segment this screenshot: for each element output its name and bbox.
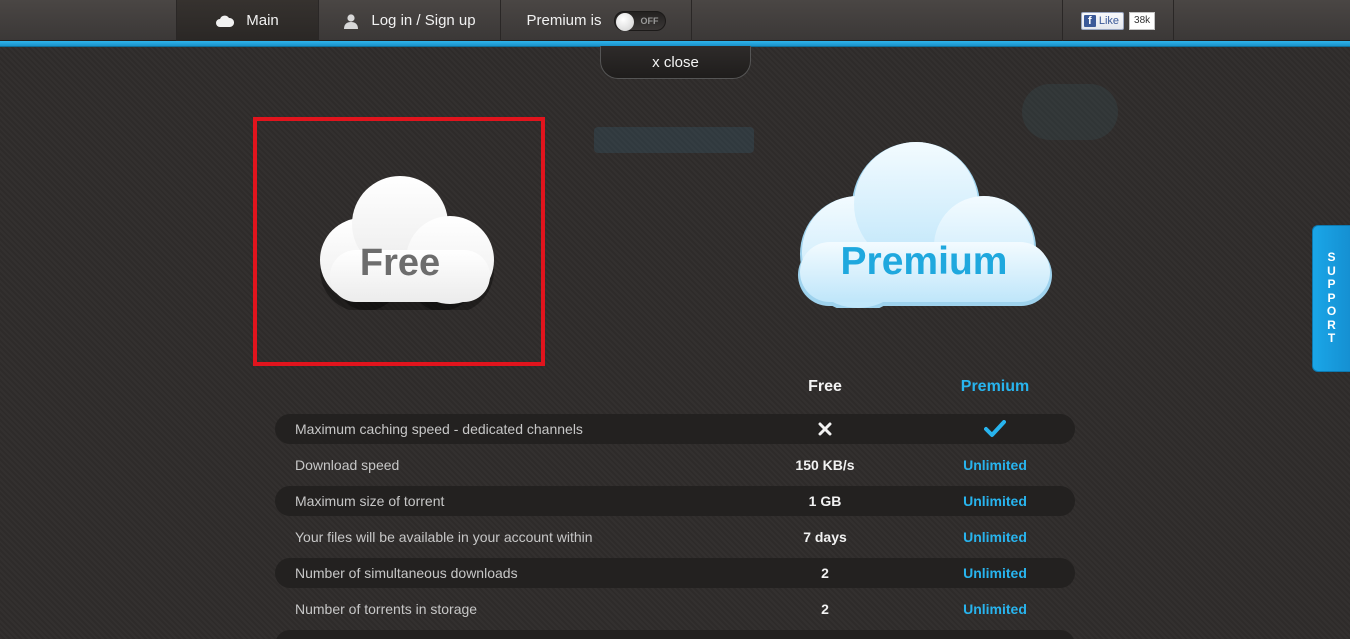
premium-status-label: Premium is xyxy=(526,12,602,29)
cloud-icon xyxy=(216,15,235,27)
nav-main-tab[interactable]: Main xyxy=(176,0,318,41)
background-bar-decoration xyxy=(594,127,754,153)
toggle-knob xyxy=(615,12,634,31)
table-row: Your files will be available in your acc… xyxy=(275,522,1075,552)
premium-cloud-shape xyxy=(798,142,1052,312)
social-area: f Like 38k xyxy=(1062,0,1174,41)
facebook-icon: f xyxy=(1083,14,1096,27)
row-label: Number of simultaneous downloads xyxy=(295,565,518,581)
user-icon xyxy=(344,13,359,29)
row-free-value: 150 KB/s xyxy=(795,457,855,473)
row-label: Your files will be available in your acc… xyxy=(295,529,593,545)
row-free-value: 1 GB xyxy=(808,493,842,509)
facebook-like-label: Like xyxy=(1098,14,1120,27)
row-premium-value: Unlimited xyxy=(963,529,1027,545)
nav-premium-status: Premium is OFF xyxy=(500,0,692,41)
support-label: SUPPORT xyxy=(1326,250,1337,346)
nav-login-signup-tab[interactable]: Log in / Sign up xyxy=(318,0,500,41)
row-label: Maximum caching speed - dedicated channe… xyxy=(295,421,583,437)
row-label: Download speed xyxy=(295,457,400,473)
support-tab[interactable]: SUPPORT xyxy=(1312,225,1350,372)
premium-plan-cloud[interactable]: Premium xyxy=(790,140,1058,312)
cross-icon xyxy=(818,422,832,436)
table-row: Download speed 150 KB/s Unlimited xyxy=(275,450,1075,480)
free-column-header: Free xyxy=(808,378,842,395)
background-circle-decoration xyxy=(1022,84,1118,140)
row-premium-value: Unlimited xyxy=(963,493,1027,509)
row-free-value xyxy=(780,422,870,436)
toggle-state-text: OFF xyxy=(640,15,659,26)
facebook-like-button[interactable]: f Like xyxy=(1080,11,1125,30)
nav-main-label: Main xyxy=(246,12,279,29)
table-row xyxy=(275,630,1075,639)
table-row: Number of simultaneous downloads 2 Unlim… xyxy=(275,558,1075,588)
table-row: Maximum size of torrent 1 GB Unlimited xyxy=(275,486,1075,516)
row-premium-value xyxy=(940,420,1050,438)
row-free-value: 2 xyxy=(821,565,829,581)
table-row: Maximum caching speed - dedicated channe… xyxy=(275,414,1075,444)
row-premium-value: Unlimited xyxy=(963,601,1027,617)
row-label: Maximum size of torrent xyxy=(295,493,445,509)
premium-toggle[interactable]: OFF xyxy=(613,10,666,31)
nav-login-label: Log in / Sign up xyxy=(371,12,476,29)
close-button[interactable]: x close xyxy=(600,46,751,79)
row-label: Number of torrents in storage xyxy=(295,601,478,617)
row-free-value: 7 days xyxy=(803,529,847,545)
table-row: Number of torrents in storage 2 Unlimite… xyxy=(275,594,1075,624)
facebook-like-count: 38k xyxy=(1129,11,1156,30)
row-premium-value: Unlimited xyxy=(963,565,1027,581)
highlight-annotation-box xyxy=(253,117,545,366)
row-free-value: 2 xyxy=(821,601,829,617)
row-premium-value: Unlimited xyxy=(963,457,1027,473)
premium-column-header: Premium xyxy=(960,378,1030,395)
check-icon xyxy=(984,420,1006,437)
